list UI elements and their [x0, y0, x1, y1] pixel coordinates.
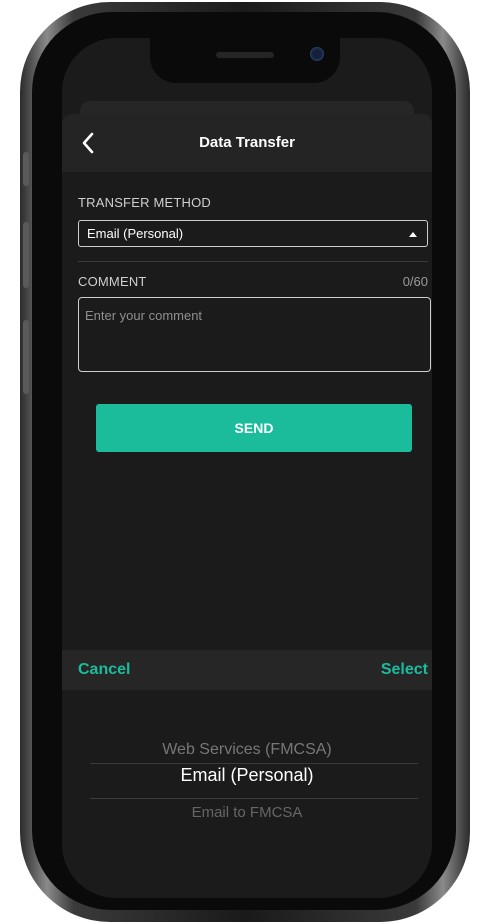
speaker-grille — [216, 52, 274, 58]
page-title: Data Transfer — [199, 134, 295, 151]
front-camera — [310, 47, 324, 61]
notch — [150, 38, 340, 83]
phone-screen: Data Transfer TRANSFER METHOD Email (Per… — [62, 38, 432, 898]
picker-option[interactable]: Web Services (FMCSA) — [62, 741, 432, 759]
nav-header: Data Transfer — [62, 114, 432, 172]
cancel-button[interactable]: Cancel — [78, 661, 130, 679]
back-button[interactable] — [76, 128, 100, 158]
caret-up-icon — [409, 232, 417, 237]
transfer-method-value: Email (Personal) — [87, 226, 184, 241]
transfer-method-select[interactable]: Email (Personal) — [78, 220, 428, 247]
picker-toolbar: Cancel Select — [62, 650, 432, 690]
divider — [78, 261, 428, 262]
chevron-left-icon — [82, 132, 94, 154]
transfer-method-label: TRANSFER METHOD — [78, 195, 211, 210]
mute-switch — [23, 152, 29, 186]
comment-counter: 0/60 — [402, 274, 428, 289]
volume-up-button — [23, 222, 29, 288]
select-button[interactable]: Select — [381, 661, 428, 679]
comment-input[interactable] — [78, 297, 431, 372]
transfer-method-picker[interactable]: Web Services (FMCSA) Email (Personal) Em… — [62, 690, 432, 898]
comment-label: COMMENT — [78, 274, 147, 289]
picker-selection-line-top — [90, 763, 418, 764]
picker-option-selected[interactable]: Email (Personal) — [62, 765, 432, 786]
picker-option[interactable]: Email to FMCSA — [62, 804, 432, 821]
send-button[interactable]: SEND — [96, 404, 412, 452]
picker-selection-line-bottom — [90, 798, 418, 799]
volume-down-button — [23, 320, 29, 394]
